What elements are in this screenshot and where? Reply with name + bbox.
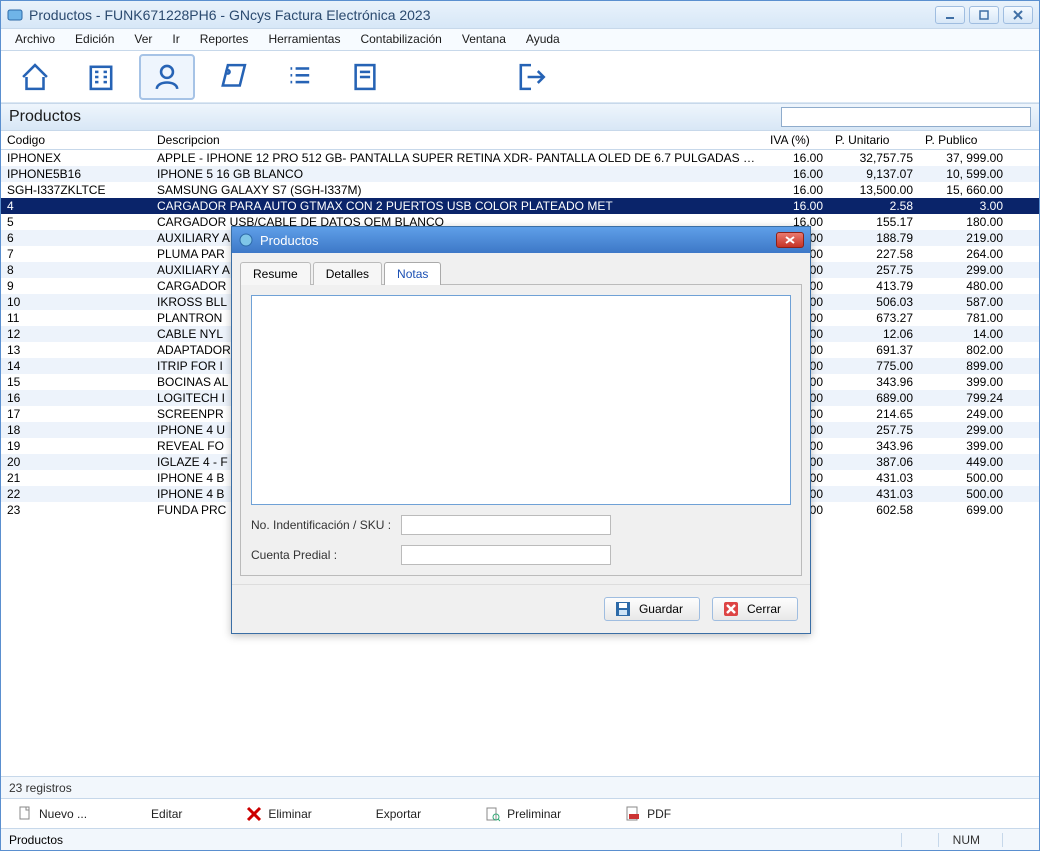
cancel-button[interactable]: Cerrar — [712, 597, 798, 621]
dialog-body: No. Indentificación / SKU : Cuenta Predi… — [240, 284, 802, 576]
dialog-close-button[interactable] — [776, 232, 804, 248]
col-publico[interactable]: P. Publico — [919, 131, 1009, 150]
table-row[interactable]: IPHONE5B16IPHONE 5 16 GB BLANCO16.009,13… — [1, 166, 1039, 182]
panel-header: Productos — [1, 103, 1039, 131]
table-row[interactable]: SGH-I337ZKLTCESAMSUNG GALAXY S7 (SGH-I33… — [1, 182, 1039, 198]
companies-button[interactable] — [73, 54, 129, 100]
col-descripcion[interactable]: Descripcion — [151, 131, 764, 150]
delete-button[interactable]: Eliminar — [246, 806, 311, 822]
tab-resume[interactable]: Resume — [240, 262, 311, 285]
menu-ver[interactable]: Ver — [124, 29, 162, 50]
list-button[interactable] — [271, 54, 327, 100]
close-button[interactable] — [1003, 6, 1033, 24]
status-num: NUM — [938, 833, 994, 847]
menu-edicion[interactable]: Edición — [65, 29, 124, 50]
predial-label: Cuenta Predial : — [251, 548, 401, 562]
col-iva[interactable]: IVA (%) — [764, 131, 829, 150]
menu-ayuda[interactable]: Ayuda — [516, 29, 570, 50]
clients-button[interactable] — [139, 54, 195, 100]
status-bar: Productos NUM — [1, 828, 1039, 850]
panel-title: Productos — [9, 108, 81, 126]
edit-button[interactable]: Editar — [151, 807, 182, 821]
menu-archivo[interactable]: Archivo — [5, 29, 65, 50]
delete-icon — [246, 806, 262, 822]
sku-label: No. Indentificación / SKU : — [251, 518, 401, 532]
predial-input[interactable] — [401, 545, 611, 565]
window-controls — [935, 6, 1033, 24]
tab-detalles[interactable]: Detalles — [313, 262, 382, 285]
search-input[interactable] — [781, 107, 1031, 127]
menu-ir[interactable]: Ir — [162, 29, 189, 50]
export-button[interactable]: Exportar — [376, 807, 421, 821]
preview-icon — [485, 806, 501, 822]
titlebar: Productos - FUNK671228PH6 - GNcys Factur… — [1, 1, 1039, 29]
save-button[interactable]: Guardar — [604, 597, 700, 621]
dialog-tabs: Resume Detalles Notas — [232, 253, 810, 284]
main-window: Productos - FUNK671228PH6 - GNcys Factur… — [0, 0, 1040, 851]
dialog-titlebar: Productos — [232, 227, 810, 253]
menu-reportes[interactable]: Reportes — [190, 29, 259, 50]
dialog-title: Productos — [260, 233, 319, 248]
dialog-icon — [238, 232, 254, 248]
menu-ventana[interactable]: Ventana — [452, 29, 516, 50]
menu-contabilizacion[interactable]: Contabilización — [350, 29, 451, 50]
pdf-button[interactable]: PDF — [625, 806, 671, 822]
dialog-buttons: Guardar Cerrar — [232, 584, 810, 633]
save-icon — [615, 601, 631, 617]
new-icon — [17, 806, 33, 822]
exit-button[interactable] — [503, 54, 559, 100]
notes-textarea[interactable] — [251, 295, 791, 505]
menubar: Archivo Edición Ver Ir Reportes Herramie… — [1, 29, 1039, 51]
preview-button[interactable]: Preliminar — [485, 806, 561, 822]
minimize-button[interactable] — [935, 6, 965, 24]
home-button[interactable] — [7, 54, 63, 100]
window-title: Productos - FUNK671228PH6 - GNcys Factur… — [29, 7, 431, 23]
status-left: Productos — [9, 833, 63, 847]
sku-input[interactable] — [401, 515, 611, 535]
products-button[interactable] — [205, 54, 261, 100]
tab-notas[interactable]: Notas — [384, 262, 441, 285]
app-icon — [7, 7, 23, 23]
close-icon — [723, 601, 739, 617]
action-bar: Nuevo ... Editar Eliminar Exportar Preli… — [1, 798, 1039, 828]
menu-herramientas[interactable]: Herramientas — [258, 29, 350, 50]
col-unitario[interactable]: P. Unitario — [829, 131, 919, 150]
table-row[interactable]: 4CARGADOR PARA AUTO GTMAX CON 2 PUERTOS … — [1, 198, 1039, 214]
invoice-button[interactable] — [337, 54, 393, 100]
record-count: 23 registros — [9, 781, 72, 795]
new-button[interactable]: Nuevo ... — [17, 806, 87, 822]
product-dialog: Productos Resume Detalles Notas No. Inde… — [231, 226, 811, 634]
col-codigo[interactable]: Codigo — [1, 131, 151, 150]
maximize-button[interactable] — [969, 6, 999, 24]
record-count-bar: 23 registros — [1, 776, 1039, 798]
toolbar — [1, 51, 1039, 103]
table-row[interactable]: IPHONEXAPPLE - IPHONE 12 PRO 512 GB- PAN… — [1, 150, 1039, 167]
pdf-icon — [625, 806, 641, 822]
